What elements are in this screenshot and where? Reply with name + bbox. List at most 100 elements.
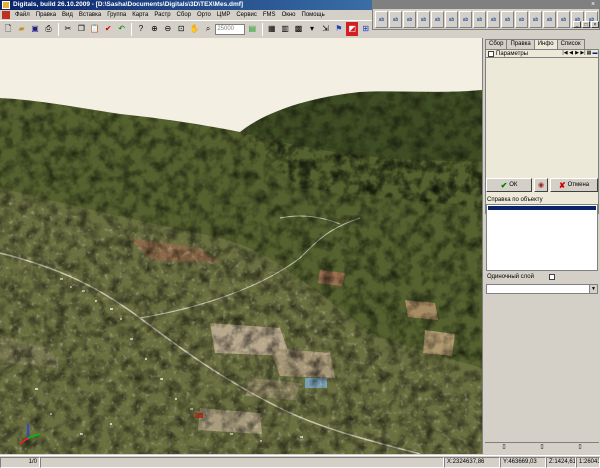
panel-right-icon[interactable]: ▯ xyxy=(576,443,584,451)
menu-item[interactable]: Окно xyxy=(279,12,299,18)
calculator-icon[interactable]: ▩ xyxy=(292,22,304,36)
status-message xyxy=(40,456,444,468)
menu-item[interactable]: FMS xyxy=(260,12,279,18)
palette-button[interactable]: ab xyxy=(501,11,514,28)
pan-hand-icon[interactable]: ✋ xyxy=(188,22,200,36)
palette-button[interactable]: ab xyxy=(417,11,430,28)
menu-item[interactable]: Группа xyxy=(104,12,129,18)
table-icon[interactable]: ▦ xyxy=(266,22,278,36)
status-y: Y:463669,03 xyxy=(500,456,546,468)
menu-bar: Файл Правка Вид Вставка Группа Карта Растр Сбор… xyxy=(0,10,372,20)
object-help-label: Справка по объекту xyxy=(487,197,543,203)
panel-middle-icon[interactable]: ▯ xyxy=(538,443,546,451)
tab-0[interactable]: Сбор xyxy=(485,39,508,49)
view-button[interactable]: ◉ xyxy=(534,178,548,192)
floating-toolbar: × ab ab ab ab ab ab ab ab ab ab ab ab ab ab ab ab xyxy=(372,0,600,30)
grid-icon[interactable]: ⊞ xyxy=(359,22,371,36)
tab-3[interactable]: Список xyxy=(556,39,585,49)
tab-2[interactable]: Инфо xyxy=(533,39,558,49)
main-toolbar: 🗋 ▰ ▣ ⎙ ✂ ❐ 📋 ✔ ↶ ? ⊕ ⊖ ⊡ ✋ ⌕ 25000 ▤ ▦ … xyxy=(0,20,372,37)
parameters-checkbox[interactable] xyxy=(488,50,494,57)
menu-item[interactable]: Растр xyxy=(151,12,173,18)
help-cursor-icon[interactable]: ? xyxy=(135,22,147,36)
panel-bottom-bar: ▯ ▯ ▯ xyxy=(485,442,599,452)
print-icon[interactable]: ⎙ xyxy=(42,22,54,36)
undo-icon[interactable]: ↶ xyxy=(115,22,127,36)
cut-icon[interactable]: ✂ xyxy=(62,22,74,36)
menu-item[interactable]: Орто xyxy=(194,12,214,18)
menu-item[interactable]: Сбор xyxy=(174,12,194,18)
map-icon[interactable]: ▤ xyxy=(246,22,258,36)
new-file-icon[interactable]: 🗋 xyxy=(2,22,14,36)
close-icon[interactable]: × xyxy=(589,1,597,9)
menu-item[interactable]: Вид xyxy=(59,12,76,18)
palette-button[interactable]: ab xyxy=(445,11,458,28)
maximize-button[interactable]: □ xyxy=(582,21,590,28)
open-folder-icon[interactable]: ▰ xyxy=(15,22,27,36)
zoom-in-icon[interactable]: ⊕ xyxy=(148,22,160,36)
palette-button[interactable]: ab xyxy=(557,11,570,28)
parameters-row[interactable]: Параметры |◀ ◀ ▶ ▶| ▦ ▬ xyxy=(485,49,599,58)
floating-toolbar-titlebar[interactable] xyxy=(373,1,599,9)
status-page: 1/0 xyxy=(0,456,40,468)
zoom-out-icon[interactable]: ⊖ xyxy=(162,22,174,36)
layers-icon[interactable]: ▥ xyxy=(279,22,291,36)
menu-item[interactable]: Помощь xyxy=(299,12,328,18)
paste-icon[interactable]: 📋 xyxy=(89,22,101,36)
object-help-list[interactable] xyxy=(486,204,598,271)
ok-button[interactable]: ✔ ОК xyxy=(486,178,532,192)
palette-button[interactable]: ab xyxy=(403,11,416,28)
status-bar: 1/0 X:2324637,86 Y:463669,03 Z:1424,61 1… xyxy=(0,455,600,468)
menu-item[interactable]: ЦМР xyxy=(214,12,233,18)
palette-button[interactable]: ab xyxy=(459,11,472,28)
palette-button[interactable]: ab xyxy=(487,11,500,28)
menu-item[interactable]: Карта xyxy=(129,12,151,18)
app-window: Digitals, build 26.10.2009 - [D:\Sasha\D… xyxy=(0,0,600,468)
menu-item[interactable]: Вставка xyxy=(76,12,104,18)
check-icon[interactable]: ✔ xyxy=(102,22,114,36)
raster-icon[interactable]: ◩ xyxy=(346,22,359,36)
selected-row[interactable] xyxy=(488,206,596,210)
export-icon[interactable]: ⇲ xyxy=(319,22,331,36)
cancel-button[interactable]: ✘ Отмена xyxy=(550,178,598,192)
menu-item[interactable]: Файл xyxy=(12,12,33,18)
document-icon[interactable] xyxy=(2,11,10,19)
palette-button[interactable]: ab xyxy=(389,11,402,28)
floating-toolbar-buttons: ab ab ab ab ab ab ab ab ab ab ab ab ab ab ab ab xyxy=(375,11,598,29)
save-icon[interactable]: ▣ xyxy=(29,22,41,36)
palette-button[interactable]: ab xyxy=(473,11,486,28)
menu-item[interactable]: Сервис xyxy=(233,12,260,18)
check-icon: ✔ xyxy=(500,180,508,190)
single-layer-row: Одиночный слой xyxy=(487,274,555,280)
app-icon xyxy=(2,1,10,9)
single-layer-checkbox[interactable] xyxy=(548,274,555,280)
close-button[interactable]: × xyxy=(591,21,599,28)
options-dropdown-icon[interactable]: ▾ xyxy=(306,22,318,36)
scale-input[interactable]: 25000 xyxy=(215,23,246,35)
flag-icon[interactable]: ⚑ xyxy=(333,22,345,36)
single-layer-label: Одиночный слой xyxy=(487,274,534,280)
object-panel: Сбор Правка Инфо Список Параметры |◀ ◀ ▶ ▶|… xyxy=(482,38,600,454)
zoom-window-icon[interactable]: ⊡ xyxy=(175,22,187,36)
cancel-label: Отмена xyxy=(567,182,590,188)
panel-tabs: Сбор Правка Инфо Список xyxy=(485,39,585,49)
terrain-3d-view[interactable] xyxy=(0,38,482,454)
chevron-down-icon[interactable]: ▼ xyxy=(589,285,597,293)
menu-item[interactable]: Правка xyxy=(33,12,59,18)
palette-button[interactable]: ab xyxy=(543,11,556,28)
title-bar: Digitals, build 26.10.2009 - [D:\Sasha\D… xyxy=(0,0,372,10)
copy-icon[interactable]: ❐ xyxy=(75,22,87,36)
status-scale: 1:26043 xyxy=(576,456,600,468)
palette-button[interactable]: ab xyxy=(375,11,388,28)
zoom-fit-icon[interactable]: ⌕ xyxy=(202,22,214,36)
minimize-button[interactable]: _ xyxy=(573,21,581,28)
panel-left-icon[interactable]: ▯ xyxy=(500,443,508,451)
cross-icon: ✘ xyxy=(558,180,566,190)
tab-1[interactable]: Правка xyxy=(506,39,535,49)
window-icon[interactable]: ▬ xyxy=(592,50,598,57)
status-z: Z:1424,61 xyxy=(546,456,576,468)
palette-button[interactable]: ab xyxy=(431,11,444,28)
palette-button[interactable]: ab xyxy=(529,11,542,28)
palette-button[interactable]: ab xyxy=(515,11,528,28)
layer-select[interactable]: ▼ xyxy=(486,284,598,294)
